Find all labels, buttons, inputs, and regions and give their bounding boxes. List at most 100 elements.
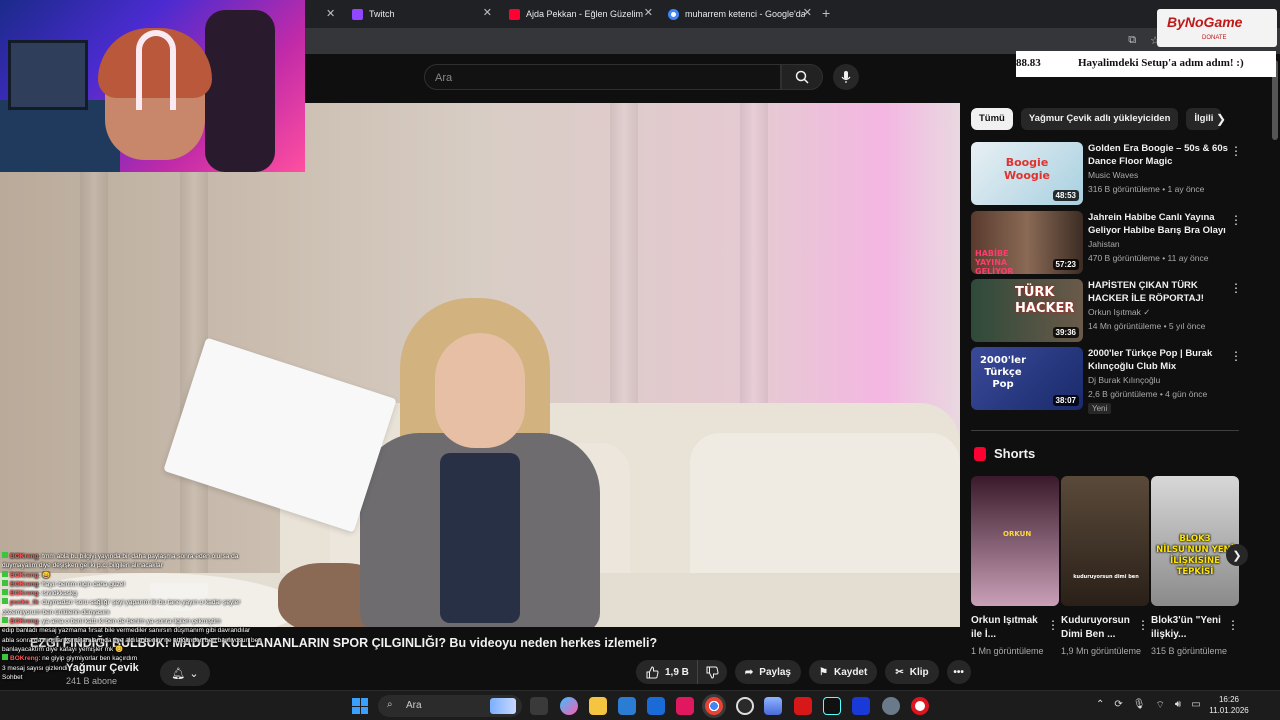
stream-chat-overlay: BOKreng: tmm abla bu bilgiyi yayında bir…	[2, 552, 292, 682]
cast-icon[interactable]: ⧉	[1128, 34, 1136, 47]
vpn-icon[interactable]	[764, 697, 782, 715]
kebab-menu-icon[interactable]: ⋮	[1227, 618, 1239, 632]
short-item[interactable]: BLOK3 NİLSU'NUN YENİ İLİŞKİSİNE TEPKİSİ …	[1151, 476, 1239, 658]
tiktok-studio-icon[interactable]	[823, 697, 841, 715]
close-icon[interactable]: ✕	[644, 6, 653, 19]
chip-all[interactable]: Tümü	[971, 108, 1013, 130]
short-title[interactable]: Kuduruyorsun Dimi Ben ...	[1061, 614, 1137, 642]
chat-message: BOKreng: hayır benim niçin daha güzel	[2, 579, 292, 589]
screen: ✕ Twitch ✕ Ajda Pekkan - Eğlen Güzelim (…	[0, 0, 1280, 720]
voice-search-button[interactable]	[833, 64, 859, 90]
video-player[interactable]	[0, 103, 960, 627]
short-thumbnail[interactable]: BLOK3 NİLSU'NUN YENİ İLİŞKİSİNE TEPKİSİ	[1151, 476, 1239, 606]
recommendation-channel[interactable]: Music Waves	[1088, 170, 1138, 180]
short-thumbnail[interactable]: kuduruyorsun dimi ben	[1061, 476, 1149, 606]
clock[interactable]: 16:26 11.01.2026	[1206, 694, 1252, 716]
kebab-menu-icon[interactable]: ⋮	[1230, 349, 1242, 363]
dislike-button[interactable]	[696, 660, 727, 684]
more-actions-button[interactable]: •••	[946, 660, 971, 684]
recommendation-item[interactable]: Boogie Woogie 48:53 Golden Era Boogie – …	[971, 142, 1242, 206]
badge-icon	[2, 579, 8, 586]
video-thumbnail[interactable]: Boogie Woogie 48:53	[971, 142, 1083, 205]
tab-youtube[interactable]: Ajda Pekkan - Eğlen Güzelim (C ✕	[509, 3, 653, 25]
goal-text: Hayalimdeki Setup'a adım adım! :)	[1078, 57, 1244, 69]
tab-twitch[interactable]: Twitch ✕	[352, 3, 492, 25]
like-button[interactable]: 1,9 B	[636, 660, 697, 684]
shorts-next-button[interactable]: ❯	[1226, 544, 1248, 566]
recommendation-item[interactable]: 2000'ler Türkçe Pop 38:07 2000'ler Türkç…	[971, 347, 1242, 414]
search-input[interactable]: Ara	[424, 64, 781, 90]
short-title[interactable]: Blok3'ün "Yeni ilişkiy...	[1151, 614, 1227, 642]
donation-goal-bar: 88.83 Hayalimdeki Setup'a adım adım! :)	[1016, 51, 1276, 77]
kebab-menu-icon[interactable]: ⋮	[1137, 618, 1149, 632]
recommendation-channel[interactable]: Jahistan	[1088, 239, 1120, 249]
file-explorer-icon[interactable]	[589, 697, 607, 715]
obs-icon[interactable]	[736, 697, 754, 715]
recommendation-item[interactable]: TÜRK HACKER 39:36 HAPİSTEN ÇIKAN TÜRK HA…	[971, 279, 1242, 343]
recommendation-channel[interactable]: Dj Burak Kılınçoğlu	[1088, 375, 1160, 385]
recommendation-title[interactable]: 2000'ler Türkçe Pop | Burak Kılınçoğlu C…	[1088, 347, 1228, 373]
recommendation-meta: 470 B görüntüleme • 11 ay önce	[1088, 253, 1209, 263]
tab-close-icon[interactable]: ✕	[326, 7, 335, 20]
chat-message: BOKreng: 😄	[2, 570, 292, 580]
scissors-icon: ✂	[895, 666, 904, 678]
clip-button[interactable]: ✂ Klip	[885, 660, 939, 684]
search-button[interactable]	[781, 64, 823, 90]
kebab-menu-icon[interactable]: ⋮	[1047, 618, 1059, 632]
kebab-menu-icon[interactable]: ⋮	[1230, 213, 1242, 227]
taskbar-search[interactable]: ⌕ Ara	[378, 695, 522, 717]
search-icon	[795, 70, 809, 84]
store-icon[interactable]	[618, 697, 636, 715]
video-thumbnail[interactable]: TÜRK HACKER 39:36	[971, 279, 1083, 342]
chevron-right-icon[interactable]: ❯	[1216, 112, 1226, 126]
settings-gear-icon[interactable]	[882, 697, 900, 715]
recommendation-channel[interactable]: Orkun Işıtmak ✓	[1088, 307, 1150, 318]
red-app-icon[interactable]	[794, 697, 812, 715]
microphone-icon[interactable]: 🎙︎	[1133, 699, 1146, 712]
kebab-menu-icon[interactable]: ⋮	[1230, 144, 1242, 158]
recommendation-title[interactable]: HAPİSTEN ÇIKAN TÜRK HACKER İLE RÖPORTAJ!	[1088, 279, 1228, 305]
new-tab-button[interactable]: +	[822, 5, 830, 21]
video-thumbnail[interactable]: HABİBE YAYINA GELİYOR 57:23	[971, 211, 1083, 274]
sync-icon[interactable]: ⟳	[1114, 699, 1122, 712]
share-button[interactable]: ➦ Paylaş	[734, 660, 801, 684]
recommendation-item[interactable]: HABİBE YAYINA GELİYOR 57:23 Jahrein Habi…	[971, 211, 1242, 275]
chrome-icon[interactable]	[705, 697, 723, 715]
badge-icon	[2, 570, 8, 577]
related-filter-chips: Tümü Yağmur Çevik adlı yükleyiciden İlgi…	[971, 108, 1222, 130]
close-icon[interactable]: ✕	[483, 6, 492, 19]
chevron-up-icon[interactable]: ⌃	[1096, 699, 1104, 712]
chat-message: 3 mesaj sayısı gizlendi	[2, 664, 68, 672]
chip-from-uploader[interactable]: Yağmur Çevik adlı yükleyiciden	[1020, 108, 1179, 130]
recommendation-title[interactable]: Jahrein Habibe Canlı Yayına Geliyor Habi…	[1088, 211, 1228, 237]
shorts-header: Shorts	[974, 446, 1035, 461]
tiktok-icon[interactable]	[676, 697, 694, 715]
divider	[971, 430, 1239, 431]
copilot-icon[interactable]	[560, 697, 578, 715]
chat-message: banlayacaktım diye kafayı yemişler mk 😊	[2, 645, 124, 653]
short-title[interactable]: Orkun Işıtmak ile İ...	[971, 614, 1047, 642]
outlook-icon[interactable]	[647, 697, 665, 715]
task-view-icon[interactable]	[530, 697, 548, 715]
video-thumbnail[interactable]: 2000'ler Türkçe Pop 38:07	[971, 347, 1083, 410]
chevron-right-icon: ❯	[1232, 549, 1242, 562]
shorts-icon	[974, 446, 986, 461]
app-icon[interactable]	[852, 697, 870, 715]
kebab-menu-icon[interactable]: ⋮	[1230, 281, 1242, 295]
badge-icon	[2, 617, 8, 624]
volume-icon[interactable]: 🔊︎	[1175, 699, 1181, 712]
opera-icon[interactable]	[911, 697, 929, 715]
wifi-icon[interactable]: ⌔	[1155, 699, 1164, 712]
save-button[interactable]: ⚑ Kaydet	[809, 660, 878, 684]
short-item[interactable]: ORKUN Orkun Işıtmak ile İ... 1 Mn görünt…	[971, 476, 1059, 658]
short-item[interactable]: kuduruyorsun dimi ben Kuduruyorsun Dimi …	[1061, 476, 1149, 658]
short-thumbnail[interactable]: ORKUN	[971, 476, 1059, 606]
google-icon	[668, 8, 679, 20]
battery-icon[interactable]: ▭	[1191, 699, 1200, 712]
windows-start-icon[interactable]	[352, 698, 368, 714]
close-icon[interactable]: ✕	[803, 6, 812, 19]
tab-google[interactable]: muharrem ketenci - Google'da ✕	[668, 3, 812, 25]
gaming-chair	[205, 10, 275, 172]
share-icon: ➦	[744, 666, 754, 678]
recommendation-title[interactable]: Golden Era Boogie – 50s & 60s Dance Floo…	[1088, 142, 1228, 168]
